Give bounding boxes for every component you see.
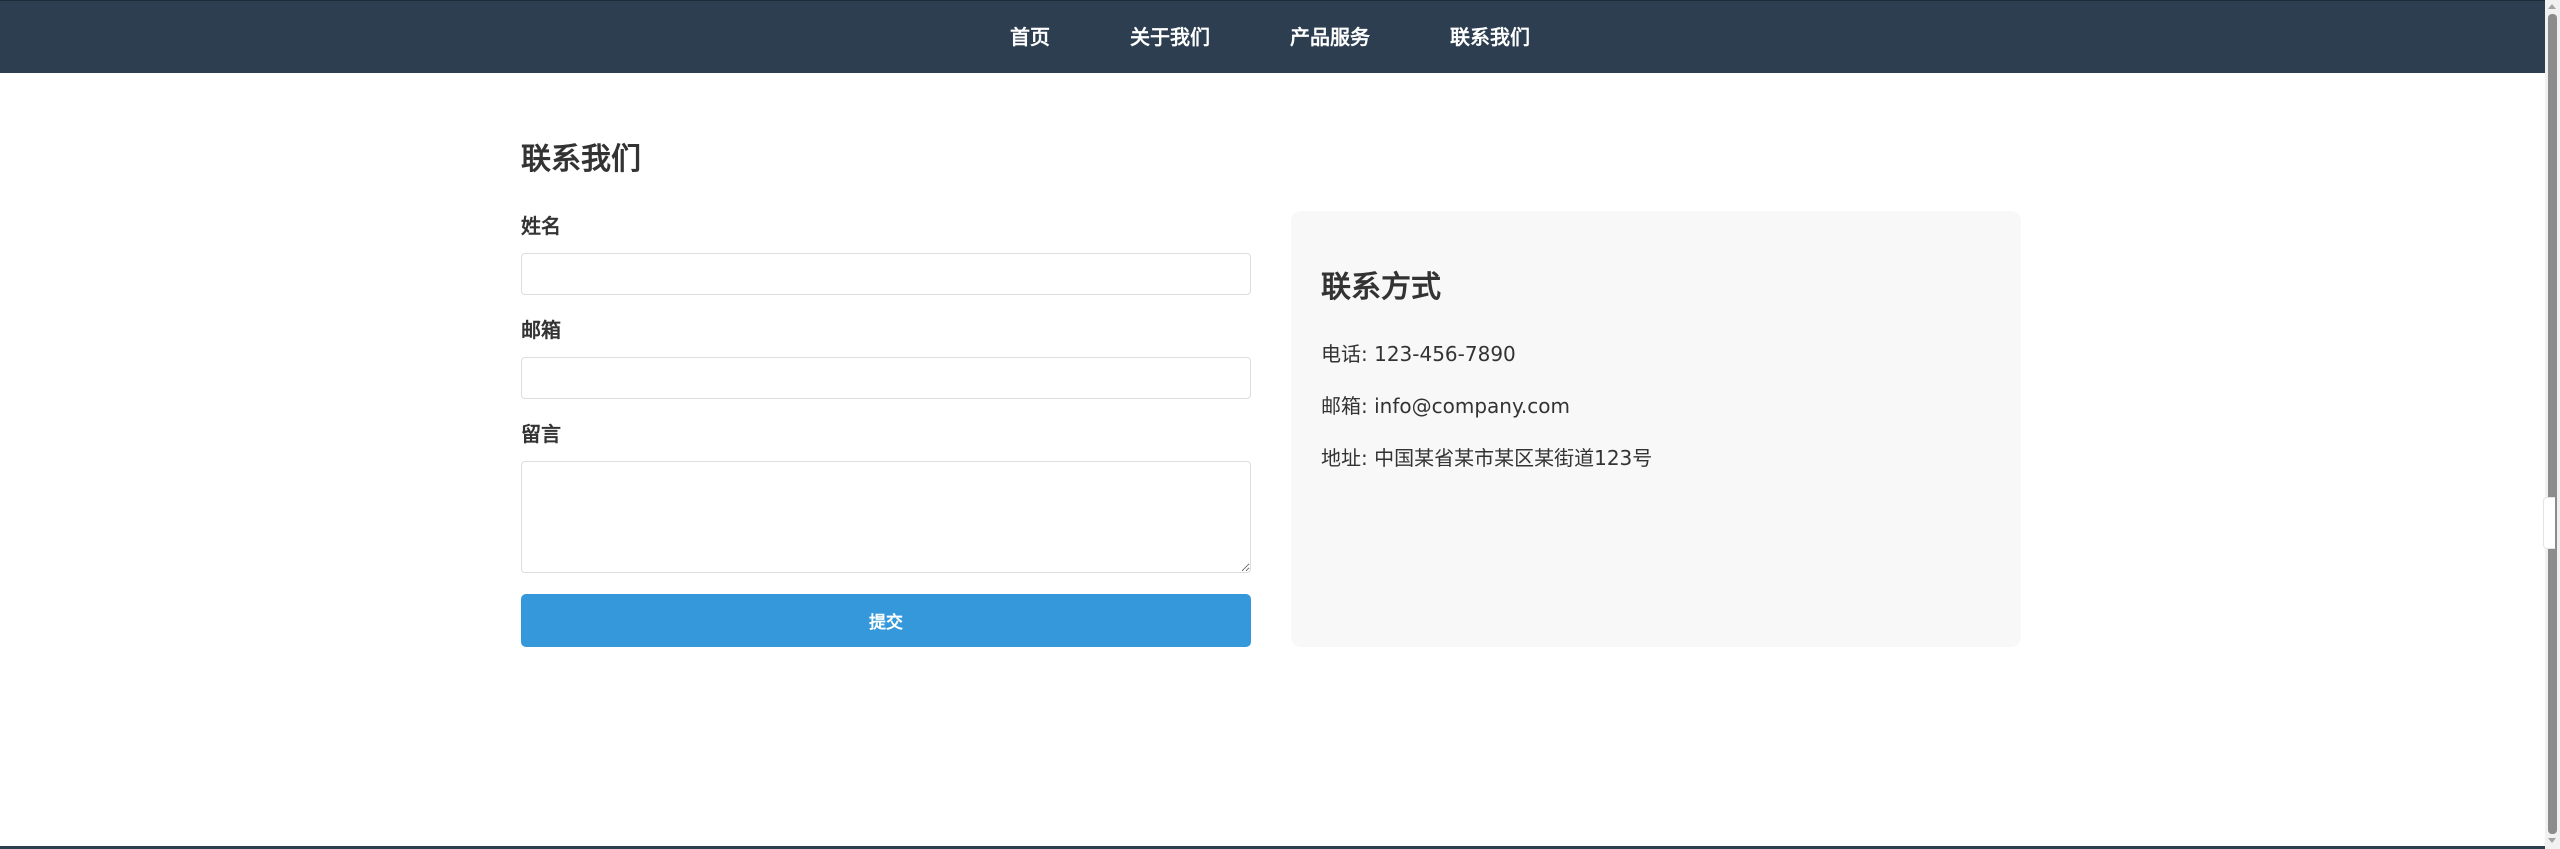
contact-email: 邮箱: info@company.com (1321, 394, 1571, 418)
contact-info-card: 联系方式 电话: 123-456-7890 邮箱: info@company.c… (1291, 211, 2021, 647)
nav-item-about-us[interactable]: 关于我们 (1130, 1, 1210, 74)
message-textarea[interactable] (521, 461, 1251, 573)
scroll-down-arrow-icon[interactable] (2548, 838, 2556, 843)
email-input[interactable] (521, 357, 1251, 399)
nav-item-home[interactable]: 首页 (1010, 1, 1050, 74)
message-label: 留言 (521, 422, 561, 446)
nav-item-products-services[interactable]: 产品服务 (1290, 1, 1370, 74)
page: 首页 关于我们 产品服务 联系我们 联系我们 姓名 邮箱 留言 提交 联系方式 … (0, 0, 2560, 849)
page-title: 联系我们 (521, 142, 641, 177)
name-label: 姓名 (521, 214, 561, 238)
contact-address: 地址: 中国某省某市某区某街道123号 (1321, 446, 1653, 470)
contact-phone: 电话: 123-456-7890 (1321, 342, 1516, 366)
vertical-scrollbar[interactable] (2545, 0, 2560, 849)
nav-item-contact-us[interactable]: 联系我们 (1450, 1, 1530, 74)
scrollbar-thumb[interactable] (2548, 14, 2557, 834)
scroll-up-arrow-icon[interactable] (2548, 4, 2556, 9)
email-label: 邮箱 (521, 318, 561, 342)
submit-button[interactable]: 提交 (521, 594, 1251, 647)
top-navigation-bar: 首页 关于我们 产品服务 联系我们 (0, 0, 2545, 73)
name-input[interactable] (521, 253, 1251, 295)
contact-info-title: 联系方式 (1321, 270, 1441, 305)
side-panel-tab[interactable] (2543, 497, 2555, 549)
